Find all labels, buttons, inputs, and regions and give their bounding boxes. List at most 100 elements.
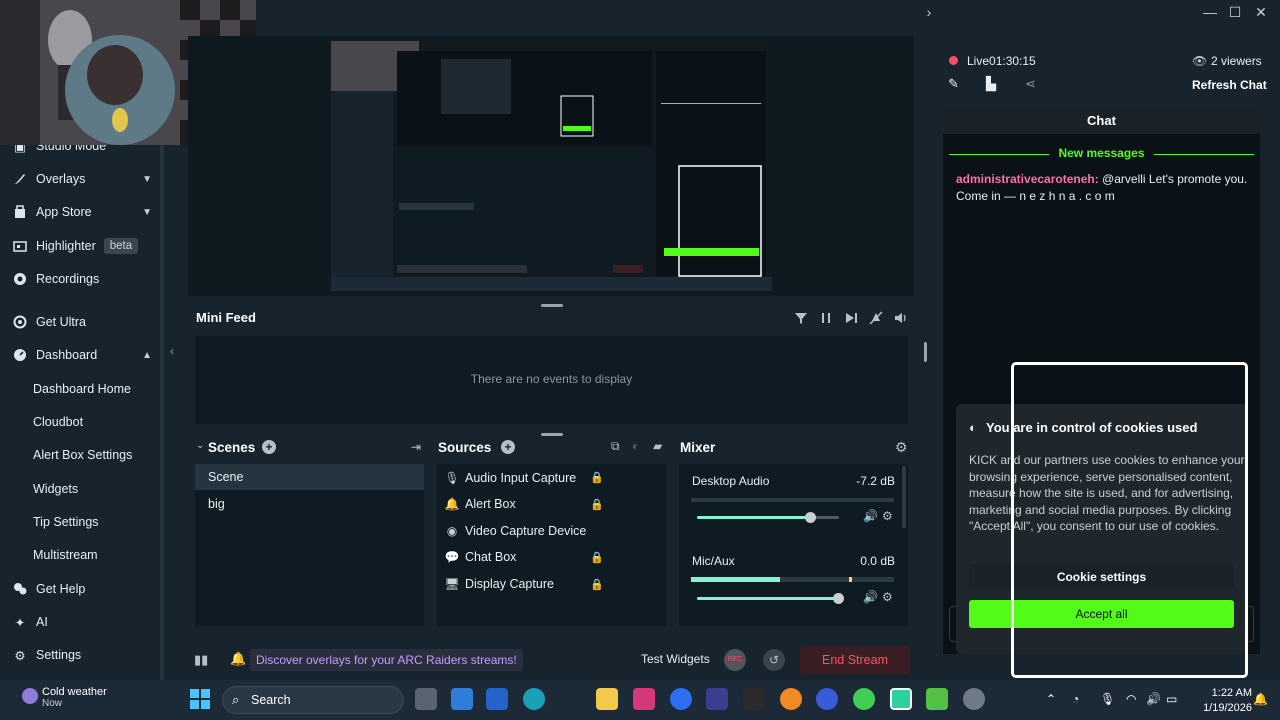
sidebar-item-label: App Store [36, 205, 92, 219]
stats-bar-chart-icon[interactable]: ▮▮ [194, 652, 208, 668]
task-view-icon[interactable] [415, 688, 437, 710]
refresh-chat-button[interactable]: Refresh Chat [1192, 78, 1267, 92]
sidebar-subitem-alert-box-settings[interactable]: Alert Box Settings [33, 440, 132, 470]
fl-studio-icon[interactable] [780, 688, 802, 710]
minimize-button[interactable]: — [1199, 2, 1221, 22]
sidebar-item-settings[interactable]: ⚙ Settings [0, 640, 160, 670]
volume-slider-thumb[interactable] [804, 512, 816, 523]
test-widgets-button[interactable]: Test Widgets [641, 652, 710, 666]
chevron-down-icon[interactable]: ▼ [142, 174, 152, 185]
mixer-settings-gear-icon[interactable]: ⚙ [895, 439, 908, 456]
instagram-icon[interactable] [633, 688, 655, 710]
volume-icon[interactable]: 🔊 [863, 509, 878, 523]
sidebar-item-ai[interactable]: ✦ AI [0, 607, 160, 637]
skip-icon[interactable] [843, 311, 859, 327]
settings-app-icon[interactable] [963, 688, 985, 710]
weather-widget[interactable]: Cold weather Now [22, 686, 107, 709]
file-explorer-icon[interactable] [596, 688, 618, 710]
speaker-icon[interactable]: 🔊 [1146, 692, 1161, 706]
sidebar-item-get-help[interactable]: Get Help [0, 574, 160, 604]
add-source-icon[interactable]: + [501, 440, 515, 454]
sidebar-subitem-dashboard-home[interactable]: Dashboard Home [33, 374, 131, 404]
edit-pencil-icon[interactable]: ✎ [948, 76, 959, 92]
app-icon[interactable] [706, 688, 728, 710]
app-icon[interactable] [853, 688, 875, 710]
windows-start-icon[interactable] [189, 688, 211, 710]
taskbar-clock[interactable]: 1:22 AM 1/19/2026 [1203, 686, 1252, 716]
sidebar-item-dashboard[interactable]: Dashboard ▲ [0, 340, 160, 370]
sidebar-item-overlays[interactable]: Overlays ▼ [0, 164, 160, 194]
lock-icon[interactable]: 🔒 [590, 471, 604, 484]
tray-app-icon[interactable]: ◔ [1072, 692, 1079, 706]
sidebar-subitem-cloudbot[interactable]: Cloudbot [33, 407, 83, 437]
volume-icon[interactable] [893, 311, 909, 327]
browser-icon[interactable] [816, 688, 838, 710]
battery-icon[interactable]: ▭ [1166, 692, 1177, 706]
scene-item[interactable]: big [195, 491, 424, 517]
source-item[interactable]: 🎙 Audio Input Capture [444, 466, 576, 490]
mute-notifications-icon[interactable] [868, 311, 884, 327]
edge-browser-icon[interactable] [523, 688, 545, 710]
streamlabs-icon[interactable] [890, 688, 912, 710]
messenger-icon[interactable] [670, 688, 692, 710]
microphone-icon[interactable]: 🎙 [1100, 692, 1115, 706]
lock-icon[interactable]: 🔒 [590, 498, 604, 511]
end-stream-button[interactable]: End Stream [800, 646, 910, 674]
sidebar-item-highlighter[interactable]: Highlighter beta [0, 231, 160, 261]
sidebar-item-get-ultra[interactable]: Get Ultra [0, 307, 160, 337]
gear-icon[interactable]: ⚙ [882, 590, 893, 604]
taskbar-search[interactable]: ⌕ Search [222, 686, 404, 714]
chevron-down-icon[interactable]: ▼ [142, 207, 152, 218]
tray-chevron-up-icon[interactable]: ⌃ [1046, 692, 1056, 706]
source-item[interactable]: 🔔 Alert Box [445, 492, 516, 516]
obs-icon[interactable] [743, 688, 765, 710]
volume-slider[interactable] [697, 593, 844, 604]
record-button[interactable]: REC [724, 649, 746, 671]
pause-icon[interactable] [818, 311, 834, 327]
lock-icon[interactable]: 🔒 [590, 578, 604, 591]
mixer-scrollbar[interactable] [902, 466, 906, 528]
volume-slider[interactable] [697, 512, 839, 523]
expand-chat-chevron-icon[interactable]: › [918, 2, 940, 22]
notification-bell-icon[interactable]: 🔔 [230, 651, 246, 667]
sidebar-scrollbar[interactable] [160, 140, 164, 680]
maximize-button[interactable]: ☐ [1224, 2, 1246, 22]
chat-username[interactable]: administrativecaroteneh: [956, 172, 1099, 186]
wifi-icon[interactable]: ◠ [1126, 692, 1136, 706]
chevron-up-icon[interactable]: ▲ [142, 350, 152, 361]
notifications-bell-icon[interactable]: 🔔 [1253, 692, 1268, 706]
close-button[interactable]: ✕ [1250, 2, 1272, 22]
chevron-down-icon[interactable]: ⌄ [196, 440, 204, 451]
source-item[interactable]: 💬 Chat Box [445, 545, 517, 569]
chat-resize-handle[interactable] [924, 342, 927, 362]
lock-icon[interactable]: 🔒 [590, 551, 604, 564]
scene-item[interactable]: Scene [195, 464, 424, 490]
source-item[interactable]: 🖥 Display Capture [444, 572, 554, 596]
source-item[interactable]: ◉ Video Capture Device [445, 519, 587, 543]
volume-slider-thumb[interactable] [833, 593, 844, 604]
app-icon[interactable] [926, 688, 948, 710]
sidebar-subitem-widgets[interactable]: Widgets [33, 474, 78, 504]
chevron-left-icon[interactable]: ‹ [170, 344, 174, 358]
scenes-panel: Scene big [195, 464, 424, 626]
scene-transition-icon[interactable]: ⇥ [411, 440, 421, 454]
feed-resize-handle[interactable] [541, 433, 563, 436]
replay-buffer-icon[interactable]: ↺ [763, 649, 785, 671]
share-icon[interactable]: ⋖ [1025, 76, 1036, 92]
store-app-icon[interactable] [486, 688, 508, 710]
sidebar-subitem-multistream[interactable]: Multistream [33, 540, 98, 570]
sidebar-subitem-tip-settings[interactable]: Tip Settings [33, 507, 99, 537]
add-scene-icon[interactable]: + [262, 440, 276, 454]
gear-icon[interactable]: ⚙ [882, 509, 893, 523]
preview-resize-handle[interactable] [541, 304, 563, 307]
add-folder-icon[interactable]: ▰ [653, 439, 662, 453]
source-mute-icon[interactable]: ◐ [632, 439, 639, 453]
promo-banner[interactable]: Discover overlays for your ARC Raiders s… [250, 649, 523, 671]
filter-icon[interactable] [793, 311, 809, 327]
volume-icon[interactable]: 🔊 [863, 590, 878, 604]
dashboard-icon[interactable]: ▙ [986, 76, 996, 92]
sidebar-item-app-store[interactable]: App Store ▼ [0, 197, 160, 227]
source-properties-icon[interactable]: ⧉ [611, 439, 620, 454]
notes-app-icon[interactable] [451, 688, 473, 710]
sidebar-item-recordings[interactable]: Recordings [0, 264, 160, 294]
